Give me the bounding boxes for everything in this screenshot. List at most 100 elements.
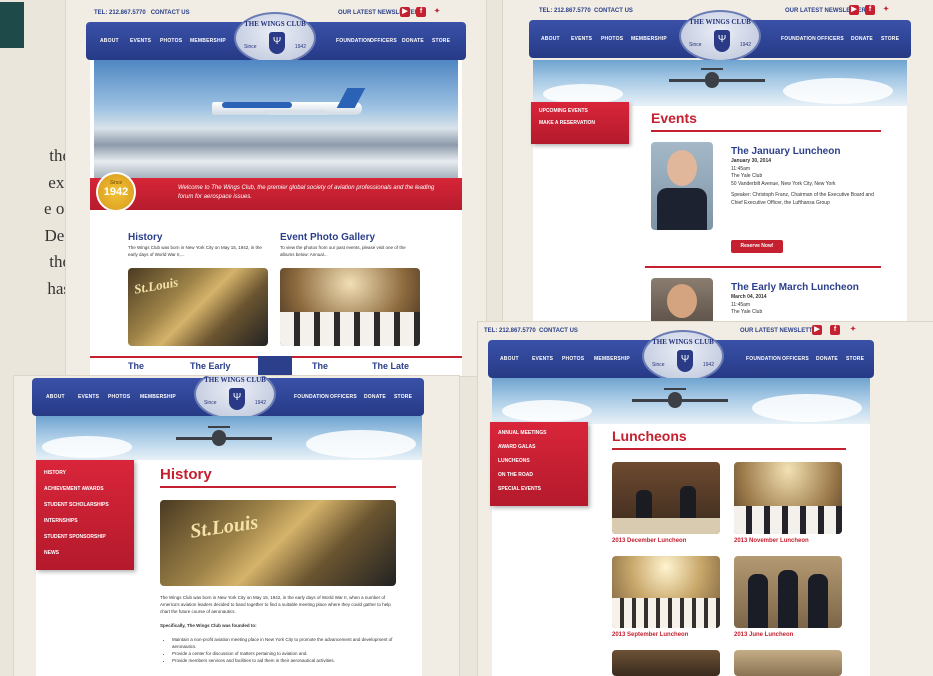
sidebar-item-upcoming-events[interactable]: UPCOMING EVENTS: [539, 108, 629, 114]
caption-september[interactable]: 2013 September Luncheon: [612, 632, 688, 638]
twitter-icon[interactable]: ✦: [881, 5, 891, 15]
reserve-button[interactable]: Reserve Now!: [731, 240, 783, 253]
page-title: Events: [651, 110, 697, 126]
tab-the-early[interactable]: The Early: [190, 361, 231, 371]
sidebar-item-news[interactable]: NEWS: [44, 550, 134, 556]
wings-club-logo[interactable]: THE WINGS CLUB Ψ Since 1942: [234, 12, 316, 64]
tab-the-late[interactable]: The Late: [372, 361, 409, 371]
sidebar-item-on-the-road[interactable]: ON THE ROAD: [498, 472, 588, 478]
gallery-teaser: To view the photos from our past events,…: [280, 245, 406, 257]
sky-banner: [533, 60, 907, 106]
event-title-1[interactable]: The January Luncheon: [731, 146, 840, 157]
twitter-icon[interactable]: ✦: [432, 7, 442, 17]
caption-december[interactable]: 2013 December Luncheon: [612, 538, 686, 544]
luncheons-sidebar: ANNUAL MEETINGS AWARD GALAS LUNCHEONS ON…: [490, 422, 588, 506]
sky-banner: [36, 416, 422, 460]
nav-officers[interactable]: OFFICERS: [330, 394, 357, 400]
nav-membership[interactable]: MEMBERSHIP: [631, 36, 667, 42]
nav-foundation[interactable]: FOUNDATION: [294, 394, 329, 400]
nav-store[interactable]: STORE: [881, 36, 899, 42]
luncheon-photo-september[interactable]: [612, 556, 720, 628]
sidebar-item-make-reservation[interactable]: MAKE A RESERVATION: [539, 120, 629, 126]
main-nav: ABOUT EVENTS PHOTOS MEMBERSHIP THE WINGS…: [529, 10, 911, 62]
luncheon-photo-december[interactable]: [612, 462, 720, 534]
nav-events[interactable]: EVENTS: [78, 394, 99, 400]
facebook-icon[interactable]: f: [416, 7, 426, 17]
luncheon-photo-november[interactable]: [734, 462, 842, 534]
page-title: History: [160, 466, 212, 483]
wings-club-logo[interactable]: THE WINGS CLUB Ψ Since 1942: [642, 330, 724, 382]
sidebar-item-award-galas[interactable]: AWARD GALAS: [498, 444, 588, 450]
nav-membership[interactable]: MEMBERSHIP: [594, 356, 630, 362]
wings-club-logo[interactable]: THE WINGS CLUB Ψ Since 1942: [194, 376, 276, 420]
event-title-2[interactable]: The Early March Luncheon: [731, 282, 859, 293]
nav-photos[interactable]: PHOTOS: [601, 36, 623, 42]
nav-officers[interactable]: OFFICERS: [370, 38, 397, 44]
nav-donate[interactable]: DONATE: [816, 356, 838, 362]
contact-link[interactable]: CONTACT US: [151, 10, 190, 16]
nav-foundation[interactable]: FOUNDATION: [336, 38, 371, 44]
wings-club-logo[interactable]: THE WINGS CLUB Ψ Since 1942: [679, 10, 761, 62]
shield-icon: Ψ: [677, 350, 693, 372]
gallery-heading[interactable]: Event Photo Gallery: [280, 232, 375, 243]
caption-november[interactable]: 2013 November Luncheon: [734, 538, 809, 544]
sidebar-item-history[interactable]: HISTORY: [44, 470, 134, 476]
nav-photos[interactable]: PHOTOS: [108, 394, 130, 400]
tab-the-2[interactable]: The: [312, 361, 328, 371]
history-photo: St.Louis: [160, 500, 396, 586]
sidebar-item-internships[interactable]: INTERNSHIPS: [44, 518, 134, 524]
welcome-banner: Welcome to The Wings Club, the premier g…: [90, 178, 462, 210]
main-nav: ABOUT EVENTS PHOTOS MEMBERSHIP THE WINGS…: [488, 330, 874, 382]
newsletter-link[interactable]: OUR LATEST NEWSLETTER: [740, 328, 821, 334]
nav-foundation[interactable]: FOUNDATION: [746, 356, 781, 362]
facebook-icon[interactable]: f: [865, 5, 875, 15]
sidebar-item-achievement-awards[interactable]: ACHIEVEMENT AWARDS: [44, 486, 134, 492]
tab-active[interactable]: [258, 356, 292, 376]
nav-store[interactable]: STORE: [846, 356, 864, 362]
sidebar-item-annual-meetings[interactable]: ANNUAL MEETINGS: [498, 430, 588, 436]
nav-store[interactable]: STORE: [394, 394, 412, 400]
gallery-photo[interactable]: [280, 268, 420, 346]
title-rule: [160, 486, 396, 488]
nav-donate[interactable]: DONATE: [364, 394, 386, 400]
nav-donate[interactable]: DONATE: [402, 38, 424, 44]
luncheon-photo-6[interactable]: [734, 650, 842, 676]
facebook-icon[interactable]: f: [830, 325, 840, 335]
history-heading[interactable]: History: [128, 232, 162, 243]
luncheon-photo-june[interactable]: [734, 556, 842, 628]
nav-about[interactable]: ABOUT: [500, 356, 519, 362]
twitter-icon[interactable]: ✦: [848, 325, 858, 335]
youtube-icon[interactable]: ▶: [849, 5, 859, 15]
nav-officers[interactable]: OFFICERS: [782, 356, 809, 362]
nav-events[interactable]: EVENTS: [130, 38, 151, 44]
nav-membership[interactable]: MEMBERSHIP: [190, 38, 226, 44]
nav-photos[interactable]: PHOTOS: [160, 38, 182, 44]
nav-membership[interactable]: MEMBERSHIP: [140, 394, 176, 400]
sidebar-item-student-scholarships[interactable]: STUDENT SCHOLARSHIPS: [44, 502, 134, 508]
history-subhead: Specifically, The Wings Club was founded…: [160, 623, 257, 628]
nav-events[interactable]: EVENTS: [571, 36, 592, 42]
nav-store[interactable]: STORE: [432, 38, 450, 44]
history-photo[interactable]: St.Louis: [128, 268, 268, 346]
contact-link[interactable]: CONTACT US: [539, 328, 578, 334]
sidebar-item-luncheons[interactable]: LUNCHEONS: [498, 458, 588, 464]
luncheon-photo-5[interactable]: [612, 650, 720, 676]
history-bullets: Maintain a non-profit aviation meeting p…: [166, 636, 398, 664]
youtube-icon[interactable]: ▶: [812, 325, 822, 335]
nav-officers[interactable]: OFFICERS: [817, 36, 844, 42]
nav-about[interactable]: ABOUT: [100, 38, 119, 44]
caption-june[interactable]: 2013 June Luncheon: [734, 632, 793, 638]
nav-photos[interactable]: PHOTOS: [562, 356, 584, 362]
contact-link[interactable]: CONTACT US: [594, 8, 633, 14]
nav-events[interactable]: EVENTS: [532, 356, 553, 362]
sidebar-item-student-sponsorship[interactable]: STUDENT SPONSORSHIP: [44, 534, 134, 540]
nav-about[interactable]: ABOUT: [46, 394, 65, 400]
nav-donate[interactable]: DONATE: [851, 36, 873, 42]
tab-the-1[interactable]: The: [128, 361, 144, 371]
nav-about[interactable]: ABOUT: [541, 36, 560, 42]
youtube-icon[interactable]: ▶: [400, 7, 410, 17]
sidebar-item-special-events[interactable]: SPECIAL EVENTS: [498, 486, 588, 492]
speaker-photo-1: [651, 142, 713, 230]
nav-foundation[interactable]: FOUNDATION: [781, 36, 816, 42]
main-nav: ABOUT EVENTS PHOTOS MEMBERSHIP THE WINGS…: [86, 12, 466, 64]
